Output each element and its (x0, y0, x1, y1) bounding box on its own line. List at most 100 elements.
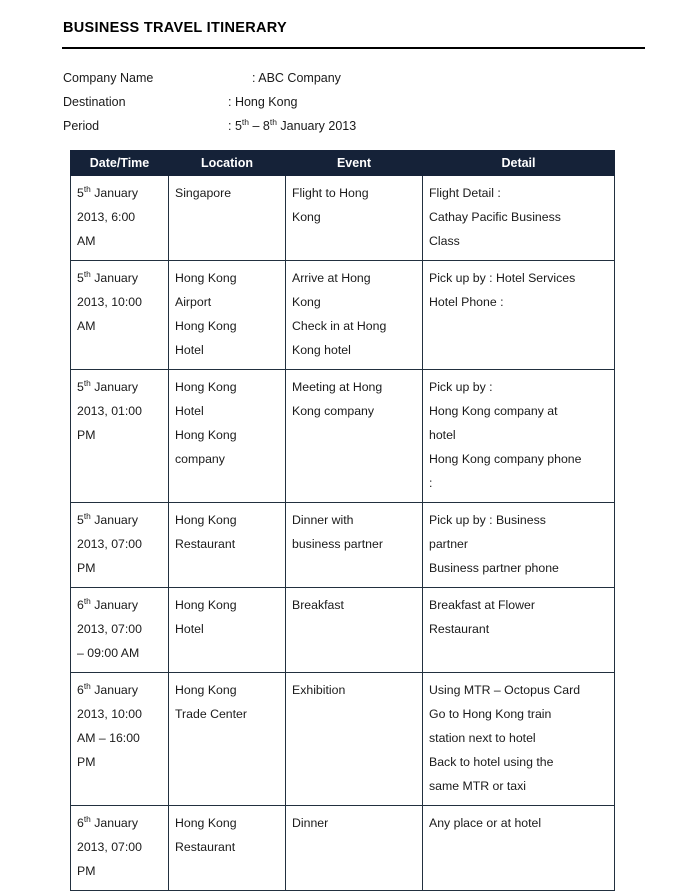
cell-detail: Using MTR – Octopus Card Go to Hong Kong … (422, 672, 615, 806)
cell-line: : (429, 476, 433, 490)
cell-line: Breakfast (292, 598, 344, 612)
cell-line: 2013, 10:00 (77, 707, 142, 721)
table-row: 5th January 2013, 01:00 PM Hong Kong Hotel Ho… (70, 369, 615, 503)
cell-event: Meeting at Hong Kong company (285, 369, 423, 503)
cell-date-time-content: 5th January 2013, 07:00 PM (77, 508, 162, 580)
cell-line: Airport (175, 295, 212, 309)
info-value-period: : 5th – 8th January 2013 (228, 114, 356, 138)
cell-line: 5th January (77, 377, 138, 394)
cell-line: Hotel (175, 622, 204, 636)
cell-line: PM (77, 864, 96, 878)
cell-line: Hotel (175, 404, 204, 418)
cell-detail-content: Using MTR – Octopus Card Go to Hong Kong … (429, 678, 608, 798)
cell-event-content: Breakfast (292, 593, 416, 617)
cell-date-time-content: 6th January 2013, 07:00 PM (77, 811, 162, 883)
cell-location-content: Hong Kong Hotel (175, 593, 279, 641)
cell-detail: Pick up by : Hotel Services Hotel Phone : (422, 260, 615, 370)
itinerary-table: Date/Time Location Event Detail 5th Janu… (70, 150, 615, 891)
cell-location: Hong Kong Hotel Hong Kong company (168, 369, 286, 503)
cell-event-content: Arrive at Hong Kong Check in at Hong Kong h… (292, 266, 416, 362)
cell-line: company (175, 452, 225, 466)
cell-line: Kong hotel (292, 343, 351, 357)
table-row: 6th January 2013, 07:00 – 09:00 AM Hong Kon… (70, 587, 615, 673)
cell-line: station next to hotel (429, 731, 536, 745)
ordinal-suffix: th (83, 595, 91, 606)
column-header-date-time: Date/Time (70, 150, 169, 176)
cell-date-time: 5th January 2013, 6:00 AM (70, 175, 169, 261)
cell-line: same MTR or taxi (429, 779, 527, 793)
cell-line: Hong Kong (175, 319, 237, 333)
ordinal-suffix: th (83, 183, 91, 194)
cell-line: 2013, 07:00 (77, 622, 142, 636)
table-row: 6th January 2013, 10:00 AM – 16:00 PM Hong K… (70, 672, 615, 806)
cell-line: Pick up by : (429, 380, 493, 394)
table-body: 5th January 2013, 6:00 AM Singapore Flight t… (70, 175, 615, 891)
cell-line: Pick up by : Business (429, 513, 546, 527)
cell-detail-content: Breakfast at Flower Restaurant (429, 593, 608, 641)
cell-location-content: Hong Kong Trade Center (175, 678, 279, 726)
info-row-period: Period : 5th – 8th January 2013 (63, 114, 623, 138)
period-separator: – 8 (249, 119, 270, 133)
cell-line: business partner (292, 537, 383, 551)
cell-event: Arrive at Hong Kong Check in at Hong Kong h… (285, 260, 423, 370)
ordinal-suffix: th (83, 680, 91, 691)
cell-date-time: 6th January 2013, 07:00 PM (70, 805, 169, 891)
cell-location-content: Singapore (175, 181, 279, 205)
info-label-company-name: Company Name (63, 71, 154, 85)
cell-event-content: Meeting at Hong Kong company (292, 375, 416, 423)
info-block: Company Name : ABC Company Destination :… (63, 66, 623, 138)
ordinal-suffix: th (83, 510, 91, 521)
info-row-destination: Destination : Hong Kong (63, 90, 623, 114)
period-prefix: : 5 (228, 119, 242, 133)
cell-line: AM (77, 319, 96, 333)
table-header: Date/Time Location Event Detail (70, 150, 615, 176)
cell-date-time: 5th January 2013, 07:00 PM (70, 502, 169, 588)
cell-event-content: Dinner (292, 811, 416, 835)
cell-line: Restaurant (175, 537, 236, 551)
cell-event: Dinner (285, 805, 423, 891)
cell-line: Hong Kong (175, 683, 237, 697)
cell-location: Hong Kong Restaurant (168, 502, 286, 588)
cell-line: 2013, 10:00 (77, 295, 142, 309)
cell-location: Hong Kong Restaurant (168, 805, 286, 891)
cell-line: Flight to Hong (292, 186, 369, 200)
cell-location-content: Hong Kong Restaurant (175, 508, 279, 556)
cell-detail: Any place or at hotel (422, 805, 615, 891)
info-row-company-name: Company Name : ABC Company (63, 66, 623, 90)
cell-line: – 09:00 AM (77, 646, 140, 660)
table-row: 5th January 2013, 07:00 PM Hong Kong Restaur… (70, 502, 615, 588)
cell-line: Hong Kong (175, 816, 237, 830)
cell-line: Hong Kong company phone (429, 452, 582, 466)
itinerary-page: BUSINESS TRAVEL ITINERARY Company Name :… (0, 0, 680, 891)
info-label-destination: Destination (63, 95, 126, 109)
cell-line: 6th January (77, 595, 138, 612)
cell-date-time-content: 5th January 2013, 6:00 AM (77, 181, 162, 253)
cell-line: Singapore (175, 186, 232, 200)
cell-line: Back to hotel using the (429, 755, 554, 769)
cell-line: Hotel (175, 343, 204, 357)
cell-event-content: Dinner with business partner (292, 508, 416, 556)
cell-date-time-content: 6th January 2013, 07:00 – 09:00 AM (77, 593, 162, 665)
cell-line: Any place or at hotel (429, 816, 542, 830)
cell-event-content: Flight to Hong Kong (292, 181, 416, 229)
column-header-event: Event (285, 150, 423, 176)
title-divider (62, 47, 645, 49)
cell-detail-content: Pick up by : Hong Kong company at hotel Hon… (429, 375, 608, 495)
cell-line: Hotel Phone : (429, 295, 504, 309)
period-ordinal-end: th (269, 116, 277, 127)
cell-line: Breakfast at Flower (429, 598, 535, 612)
cell-line: Using MTR – Octopus Card (429, 683, 581, 697)
cell-date-time-content: 5th January 2013, 10:00 AM (77, 266, 162, 338)
cell-date-time-content: 6th January 2013, 10:00 AM – 16:00 PM (77, 678, 162, 774)
period-suffix: January 2013 (276, 119, 357, 133)
cell-location-content: Hong Kong Airport Hong Kong Hotel (175, 266, 279, 362)
info-value-company-name: : ABC Company (252, 71, 341, 85)
cell-event: Exhibition (285, 672, 423, 806)
cell-line: 5th January (77, 268, 138, 285)
cell-date-time: 6th January 2013, 10:00 AM – 16:00 PM (70, 672, 169, 806)
page-title: BUSINESS TRAVEL ITINERARY (63, 20, 287, 36)
cell-line: 2013, 01:00 (77, 404, 142, 418)
cell-line: 5th January (77, 183, 138, 200)
cell-detail: Pick up by : Hong Kong company at hotel Hon… (422, 369, 615, 503)
table-row: 6th January 2013, 07:00 PM Hong Kong Restaur… (70, 805, 615, 891)
